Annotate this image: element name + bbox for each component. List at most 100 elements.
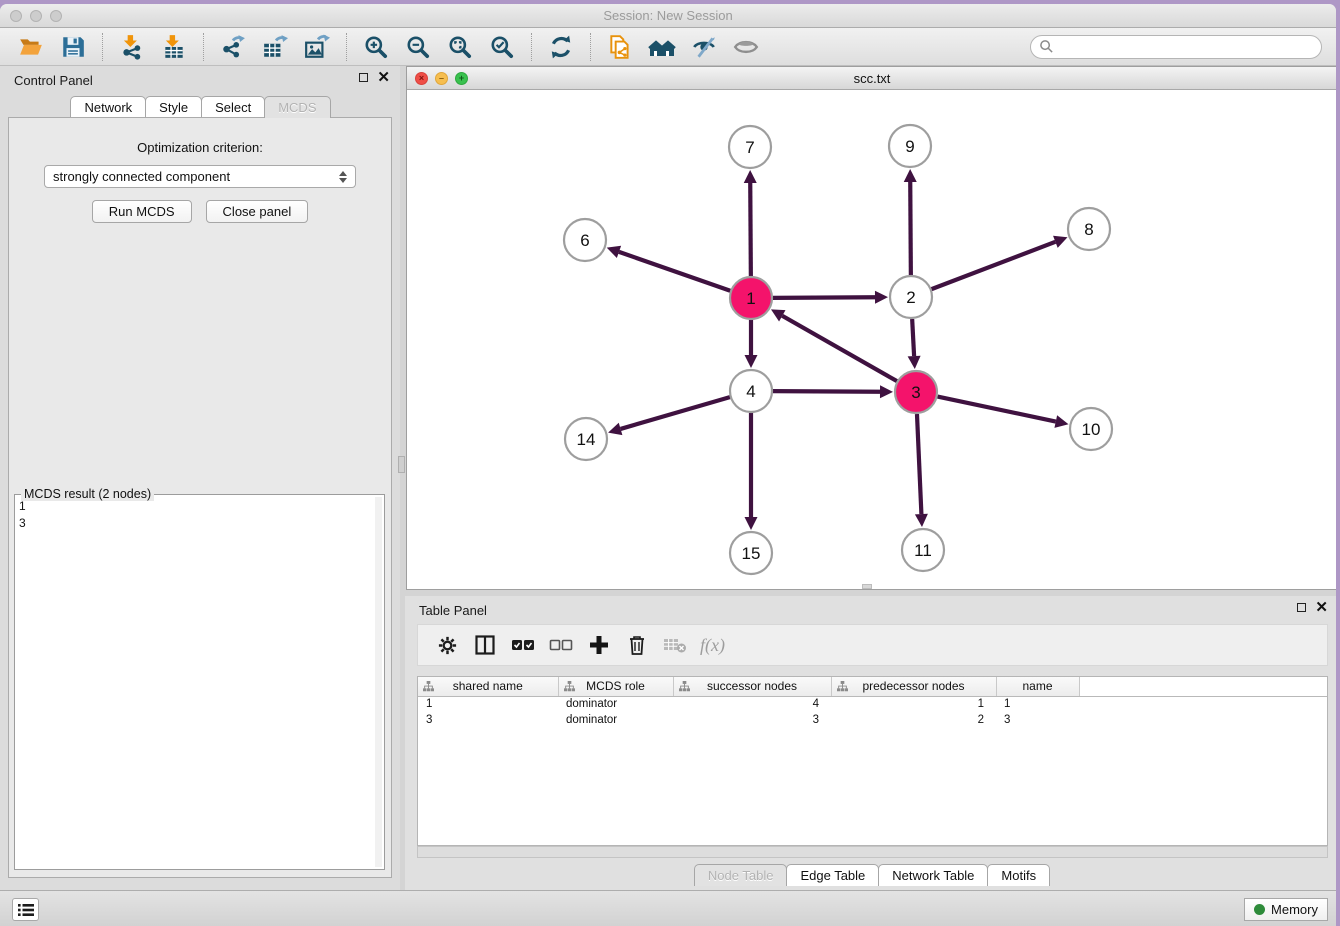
show-eye-icon[interactable]	[731, 32, 761, 62]
graph-edge-1-7[interactable]	[750, 183, 751, 276]
node-table-header-row: shared nameMCDS rolesuccessor nodes prede…	[418, 677, 1327, 696]
graph-node-label: 9	[905, 137, 914, 156]
close-panel-icon[interactable]: ✕	[377, 73, 390, 82]
float-table-panel-icon[interactable]	[1297, 603, 1306, 612]
selected-criterion: strongly connected component	[53, 169, 230, 184]
run-mcds-button[interactable]: Run MCDS	[92, 200, 192, 223]
graph-node-label: 8	[1084, 220, 1093, 239]
mcds-result-box: MCDS result (2 nodes) 13	[14, 494, 385, 870]
zoom-out-icon[interactable]	[403, 32, 433, 62]
titlebar: Session: New Session	[0, 4, 1336, 28]
table-row[interactable]: 1dominator411	[418, 696, 1327, 712]
export-network-icon[interactable]	[218, 32, 248, 62]
export-table-icon[interactable]	[260, 32, 290, 62]
table-cell[interactable]: 3	[673, 712, 831, 728]
optimization-criterion-select[interactable]: strongly connected component	[44, 165, 356, 188]
mcds-result-list[interactable]: 13	[19, 498, 374, 867]
search-icon	[1039, 39, 1054, 54]
graph-edge-1-2[interactable]	[773, 297, 875, 298]
zoom-selected-icon[interactable]	[487, 32, 517, 62]
table-horizontal-scrollbar[interactable]	[417, 846, 1328, 858]
graph-edge-1-6[interactable]	[619, 252, 730, 291]
tab-edge-table[interactable]: Edge Table	[786, 864, 879, 886]
column-header-shared-name[interactable]: shared name	[418, 677, 558, 696]
tab-network-table[interactable]: Network Table	[878, 864, 988, 886]
show-columns-icon[interactable]	[470, 630, 500, 660]
table-cell[interactable]: dominator	[558, 696, 673, 712]
clone-network-icon[interactable]	[605, 32, 635, 62]
graph-edge-arrowhead	[915, 514, 928, 527]
tab-motifs[interactable]: Motifs	[987, 864, 1050, 886]
sort-tree-icon	[423, 681, 434, 695]
graph-edge-2-8[interactable]	[932, 242, 1056, 289]
hide-style-icon[interactable]	[689, 32, 719, 62]
tab-network[interactable]: Network	[70, 96, 146, 118]
table-cell[interactable]: 1	[831, 696, 996, 712]
table-cell[interactable]: 1	[418, 696, 558, 712]
search-field[interactable]	[1054, 38, 1321, 56]
node-table[interactable]: shared nameMCDS rolesuccessor nodes prede…	[417, 676, 1328, 846]
task-history-button[interactable]	[12, 898, 39, 921]
close-table-panel-icon[interactable]: ✕	[1315, 603, 1328, 612]
network-resize-grip[interactable]	[862, 584, 872, 589]
graph-edge-4-14[interactable]	[621, 397, 730, 429]
memory-button[interactable]: Memory	[1244, 898, 1328, 921]
table-cell[interactable]: 3	[418, 712, 558, 728]
table-cell[interactable]: 1	[996, 696, 1079, 712]
graph-edge-4-3[interactable]	[773, 391, 880, 392]
close-panel-button[interactable]: Close panel	[206, 200, 309, 223]
column-header-successor-nodes[interactable]: successor nodes	[673, 677, 831, 696]
column-header-MCDS-role[interactable]: MCDS role	[558, 677, 673, 696]
tab-select[interactable]: Select	[201, 96, 265, 118]
table-cell[interactable]: 4	[673, 696, 831, 712]
table-settings-gear-icon[interactable]	[432, 630, 462, 660]
select-all-icon[interactable]	[508, 630, 538, 660]
network-graph: 1234678910111415	[407, 90, 1336, 589]
export-image-icon[interactable]	[302, 32, 332, 62]
tab-node-table[interactable]: Node Table	[694, 864, 788, 886]
table-cell[interactable]: 3	[996, 712, 1079, 728]
graph-edge-3-1[interactable]	[782, 316, 897, 381]
first-neighbors-icon[interactable]	[647, 32, 677, 62]
float-panel-icon[interactable]	[359, 73, 368, 82]
network-canvas[interactable]: 1234678910111415	[407, 90, 1336, 589]
toolbar-separator	[590, 33, 591, 61]
import-table-icon[interactable]	[159, 32, 189, 62]
column-label: predecessor nodes	[862, 679, 964, 693]
panel-divider-grip[interactable]	[398, 456, 405, 473]
deselect-all-icon[interactable]	[546, 630, 576, 660]
add-column-icon[interactable]	[584, 630, 614, 660]
zoom-fit-icon[interactable]	[445, 32, 475, 62]
graph-edge-arrowhead	[1054, 415, 1068, 428]
table-cell[interactable]: 2	[831, 712, 996, 728]
graph-node-label: 15	[742, 544, 761, 563]
graph-edge-3-10[interactable]	[938, 397, 1056, 422]
result-scrollbar[interactable]	[375, 497, 382, 867]
graph-edge-3-11[interactable]	[917, 414, 921, 514]
column-header-name[interactable]: name	[996, 677, 1079, 696]
delete-column-trash-icon[interactable]	[622, 630, 652, 660]
toolbar-separator	[102, 33, 103, 61]
zoom-in-icon[interactable]	[361, 32, 391, 62]
graph-edge-arrowhead	[608, 423, 622, 435]
optimization-criterion-label: Optimization criterion:	[9, 140, 391, 155]
status-bar: Memory	[0, 890, 1336, 926]
import-network-icon[interactable]	[117, 32, 147, 62]
table-cell[interactable]: dominator	[558, 712, 673, 728]
search-input[interactable]	[1030, 35, 1322, 59]
tab-style[interactable]: Style	[145, 96, 202, 118]
graph-edge-arrowhead	[744, 170, 757, 183]
graph-edge-2-3[interactable]	[912, 319, 914, 356]
toolbar-separator	[346, 33, 347, 61]
control-panel-title: Control Panel	[14, 73, 93, 88]
graph-edge-arrowhead	[908, 356, 921, 369]
tab-mcds[interactable]: MCDS	[264, 96, 330, 118]
open-file-icon[interactable]	[16, 32, 46, 62]
table-row[interactable]: 3dominator323	[418, 712, 1327, 728]
save-session-icon[interactable]	[58, 32, 88, 62]
table-cell-filler	[1079, 712, 1327, 728]
table-panel-title: Table Panel	[419, 603, 487, 618]
column-header-predecessor-nodes[interactable]: predecessor nodes	[831, 677, 996, 696]
graph-edge-2-9[interactable]	[910, 182, 911, 275]
refresh-icon[interactable]	[546, 32, 576, 62]
